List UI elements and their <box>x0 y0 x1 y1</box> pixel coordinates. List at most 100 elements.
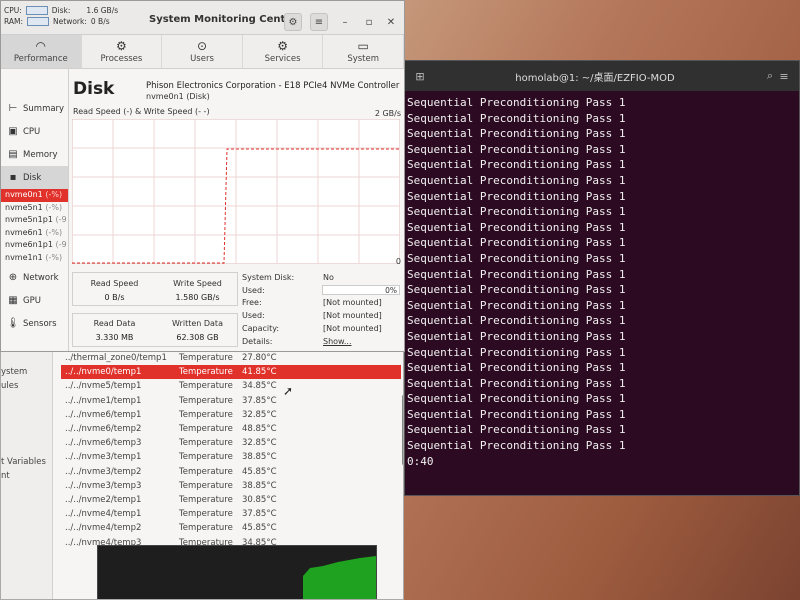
disk-name: nvme6n1 <box>5 227 43 237</box>
sidebar-item-cpu[interactable]: ▣ CPU <box>1 120 68 143</box>
sidebar-fragment[interactable]: t Variables <box>1 457 46 467</box>
info-value: [Not mounted] <box>323 311 382 321</box>
disk-list-item[interactable]: nvme5n1 (-%) <box>1 202 68 215</box>
sensor-type: Temperature <box>179 409 233 420</box>
sensor-value: 45.85°C <box>242 466 277 477</box>
info-key: Used: <box>242 311 265 321</box>
sensor-name: ../../nvme2/temp1 <box>65 494 142 505</box>
sensor-value: 37.85°C <box>242 509 277 520</box>
sidebar-item-label: Sensors <box>23 318 57 329</box>
tab-label: Performance <box>13 54 68 64</box>
tab-performance[interactable]: ◠ Performance <box>1 35 82 68</box>
sensor-row[interactable]: ../../nvme3/temp2 Temperature 45.85°C <box>61 465 401 479</box>
mouse-cursor-icon: ➚ <box>283 384 294 398</box>
disk-speed-graph-svg <box>71 118 401 265</box>
sidebar-item-label: Network <box>23 272 59 283</box>
sidebar-item-memory[interactable]: ▤ Memory <box>1 143 68 166</box>
monitor-titlebar[interactable]: CPU: Disk: 1.6 GB/s RAM: Network: 0 B/s … <box>1 1 404 35</box>
sensor-row[interactable]: ../../nvme3/temp1 Temperature 38.85°C <box>61 450 401 464</box>
sidebar-fragment[interactable]: nt <box>1 471 10 481</box>
sensor-name: ../../nvme4/temp2 <box>65 523 142 534</box>
sensor-name: ../../nvme6/temp1 <box>65 409 142 420</box>
minimize-icon[interactable]: – <box>336 13 354 31</box>
sensor-row[interactable]: ../../nvme4/temp1 Temperature 37.85°C <box>61 507 401 521</box>
memory-icon: ▤ <box>8 149 18 160</box>
written-data-value: 62.308 GB <box>176 333 219 342</box>
tab-users[interactable]: ⊙ Users <box>162 35 243 68</box>
settings-gear-icon[interactable]: ⚙ <box>284 13 302 31</box>
sidebar-item-label: Disk <box>23 172 42 183</box>
disk-device: nvme0n1 (Disk) <box>146 92 210 101</box>
disk-list-item[interactable]: nvme0n1 (-%) <box>1 189 68 202</box>
info-key: System Disk: <box>242 273 295 282</box>
speed-stats: Read Speed 0 B/s Write Speed 1.580 GB/s <box>72 272 238 306</box>
hamburger-menu-icon[interactable]: ≡ <box>310 13 328 31</box>
tab-services[interactable]: ⚙ Services <box>243 35 324 68</box>
sidebar-item-network[interactable]: ⊕ Network <box>1 266 68 289</box>
sensor-type: Temperature <box>179 466 233 477</box>
tab-label: Processes <box>100 54 143 64</box>
read-data-value: 3.330 MB <box>95 333 134 342</box>
disk-model: Phison Electronics Corporation - E18 PCI… <box>146 81 400 91</box>
sidebar-item-label: Memory <box>23 149 58 160</box>
disk-list-item[interactable]: nvme5n1p1 (-9 <box>1 214 68 227</box>
terminal-line: Sequential Preconditioning Pass 1 <box>407 142 626 156</box>
sensor-row[interactable]: ../../nvme6/temp2 Temperature 48.85°C <box>61 422 401 436</box>
mini-network-value: 0 B/s <box>90 17 110 26</box>
terminal-line: Sequential Preconditioning Pass 1 <box>407 220 626 234</box>
terminal-titlebar[interactable]: ⊞ homolab@1: ~/桌面/EZFIO-MOD ⌕ ≡ <box>405 61 799 91</box>
sensor-row[interactable]: ../../nvme6/temp1 Temperature 32.85°C <box>61 408 401 422</box>
tab-processes[interactable]: ⚙ Processes <box>82 35 163 68</box>
window-title: System Monitoring Center <box>149 14 298 25</box>
sensor-row[interactable]: ../../nvme4/temp2 Temperature 45.85°C <box>61 521 401 535</box>
menu-icon[interactable]: ≡ <box>777 70 791 83</box>
network-icon: ⊕ <box>8 272 18 283</box>
terminal-window[interactable]: ⊞ homolab@1: ~/桌面/EZFIO-MOD ⌕ ≡ Sequenti… <box>404 60 800 496</box>
read-speed-value: 0 B/s <box>104 293 125 302</box>
sidebar-item-disk[interactable]: ▪ Disk <box>1 166 68 189</box>
new-tab-icon[interactable]: ⊞ <box>413 70 427 83</box>
sidebar-fragment[interactable]: ules <box>1 381 18 391</box>
write-speed-value: 1.580 GB/s <box>175 293 220 302</box>
sensor-type: Temperature <box>179 480 233 491</box>
terminal-output[interactable]: Sequential Preconditioning Pass 1 Sequent… <box>405 91 799 473</box>
terminal-line: Sequential Preconditioning Pass 1 <box>407 314 626 328</box>
search-icon[interactable]: ⌕ <box>763 69 777 83</box>
sensor-value: 37.85°C <box>242 395 277 406</box>
close-icon[interactable]: ✕ <box>382 13 400 31</box>
disk-list-item[interactable]: nvme6n1 (-%) <box>1 227 68 240</box>
sensor-name: ../../nvme3/temp3 <box>65 480 142 491</box>
sidebar-item-gpu[interactable]: ▦ GPU <box>1 289 68 312</box>
graph-max-label: 2 GB/s <box>374 109 401 118</box>
sensor-row[interactable]: ../../nvme2/temp1 Temperature 30.85°C <box>61 493 401 507</box>
sensors-window: ystem ules t Variables nt ../thermal_zon… <box>0 344 404 600</box>
sensor-row[interactable]: ../thermal_zone0/temp1 Temperature 27.80°C <box>61 351 401 365</box>
info-row: Used: [Not mounted] <box>242 310 404 323</box>
maximize-icon[interactable]: ▫ <box>360 13 378 31</box>
disk-list-item[interactable]: nvme1n1 (-%) <box>1 252 68 265</box>
mini-stats: CPU: Disk: 1.6 GB/s RAM: Network: 0 B/s <box>4 5 118 27</box>
sensor-row[interactable]: ../../nvme5/temp1 Temperature 34.85°C <box>61 379 401 393</box>
info-value: [Not mounted] <box>323 298 382 308</box>
sensor-row[interactable]: ../../nvme0/temp1 Temperature 41.85°C <box>61 365 401 380</box>
tab-label: System <box>347 54 380 64</box>
sensor-row[interactable]: ../../nvme3/temp3 Temperature 38.85°C <box>61 479 401 493</box>
mini-disk-label: Disk: <box>51 6 71 15</box>
tab-system[interactable]: ▭ System <box>323 35 404 68</box>
graph-zero-label: 0 <box>395 257 401 266</box>
info-key: Used: <box>242 285 265 295</box>
sensor-type: Temperature <box>179 509 233 520</box>
sidebar-fragment[interactable]: ystem <box>1 367 27 377</box>
disk-list-item[interactable]: nvme6n1p1 (-9 <box>1 239 68 252</box>
details-show-link[interactable]: Show... <box>323 336 404 349</box>
settings-sidebar: ystem ules t Variables nt <box>1 345 53 599</box>
sensor-row[interactable]: ../../nvme1/temp1 Temperature 37.85°C <box>61 394 401 408</box>
sidebar-item-sensors[interactable]: 🌡 Sensors <box>1 312 68 335</box>
disk-name: nvme6n1p1 <box>5 240 53 249</box>
sidebar-item-summary[interactable]: ⊢ Summary <box>1 97 68 120</box>
main-tabs: ◠ Performance ⚙ Processes ⊙ Users ⚙ Serv… <box>1 35 404 69</box>
gears-icon: ⚙ <box>277 39 288 53</box>
sensor-row[interactable]: ../../nvme6/temp3 Temperature 32.85°C <box>61 436 401 450</box>
written-data-label: Written Data <box>172 319 223 328</box>
sensors-scrollbar[interactable] <box>402 395 403 465</box>
